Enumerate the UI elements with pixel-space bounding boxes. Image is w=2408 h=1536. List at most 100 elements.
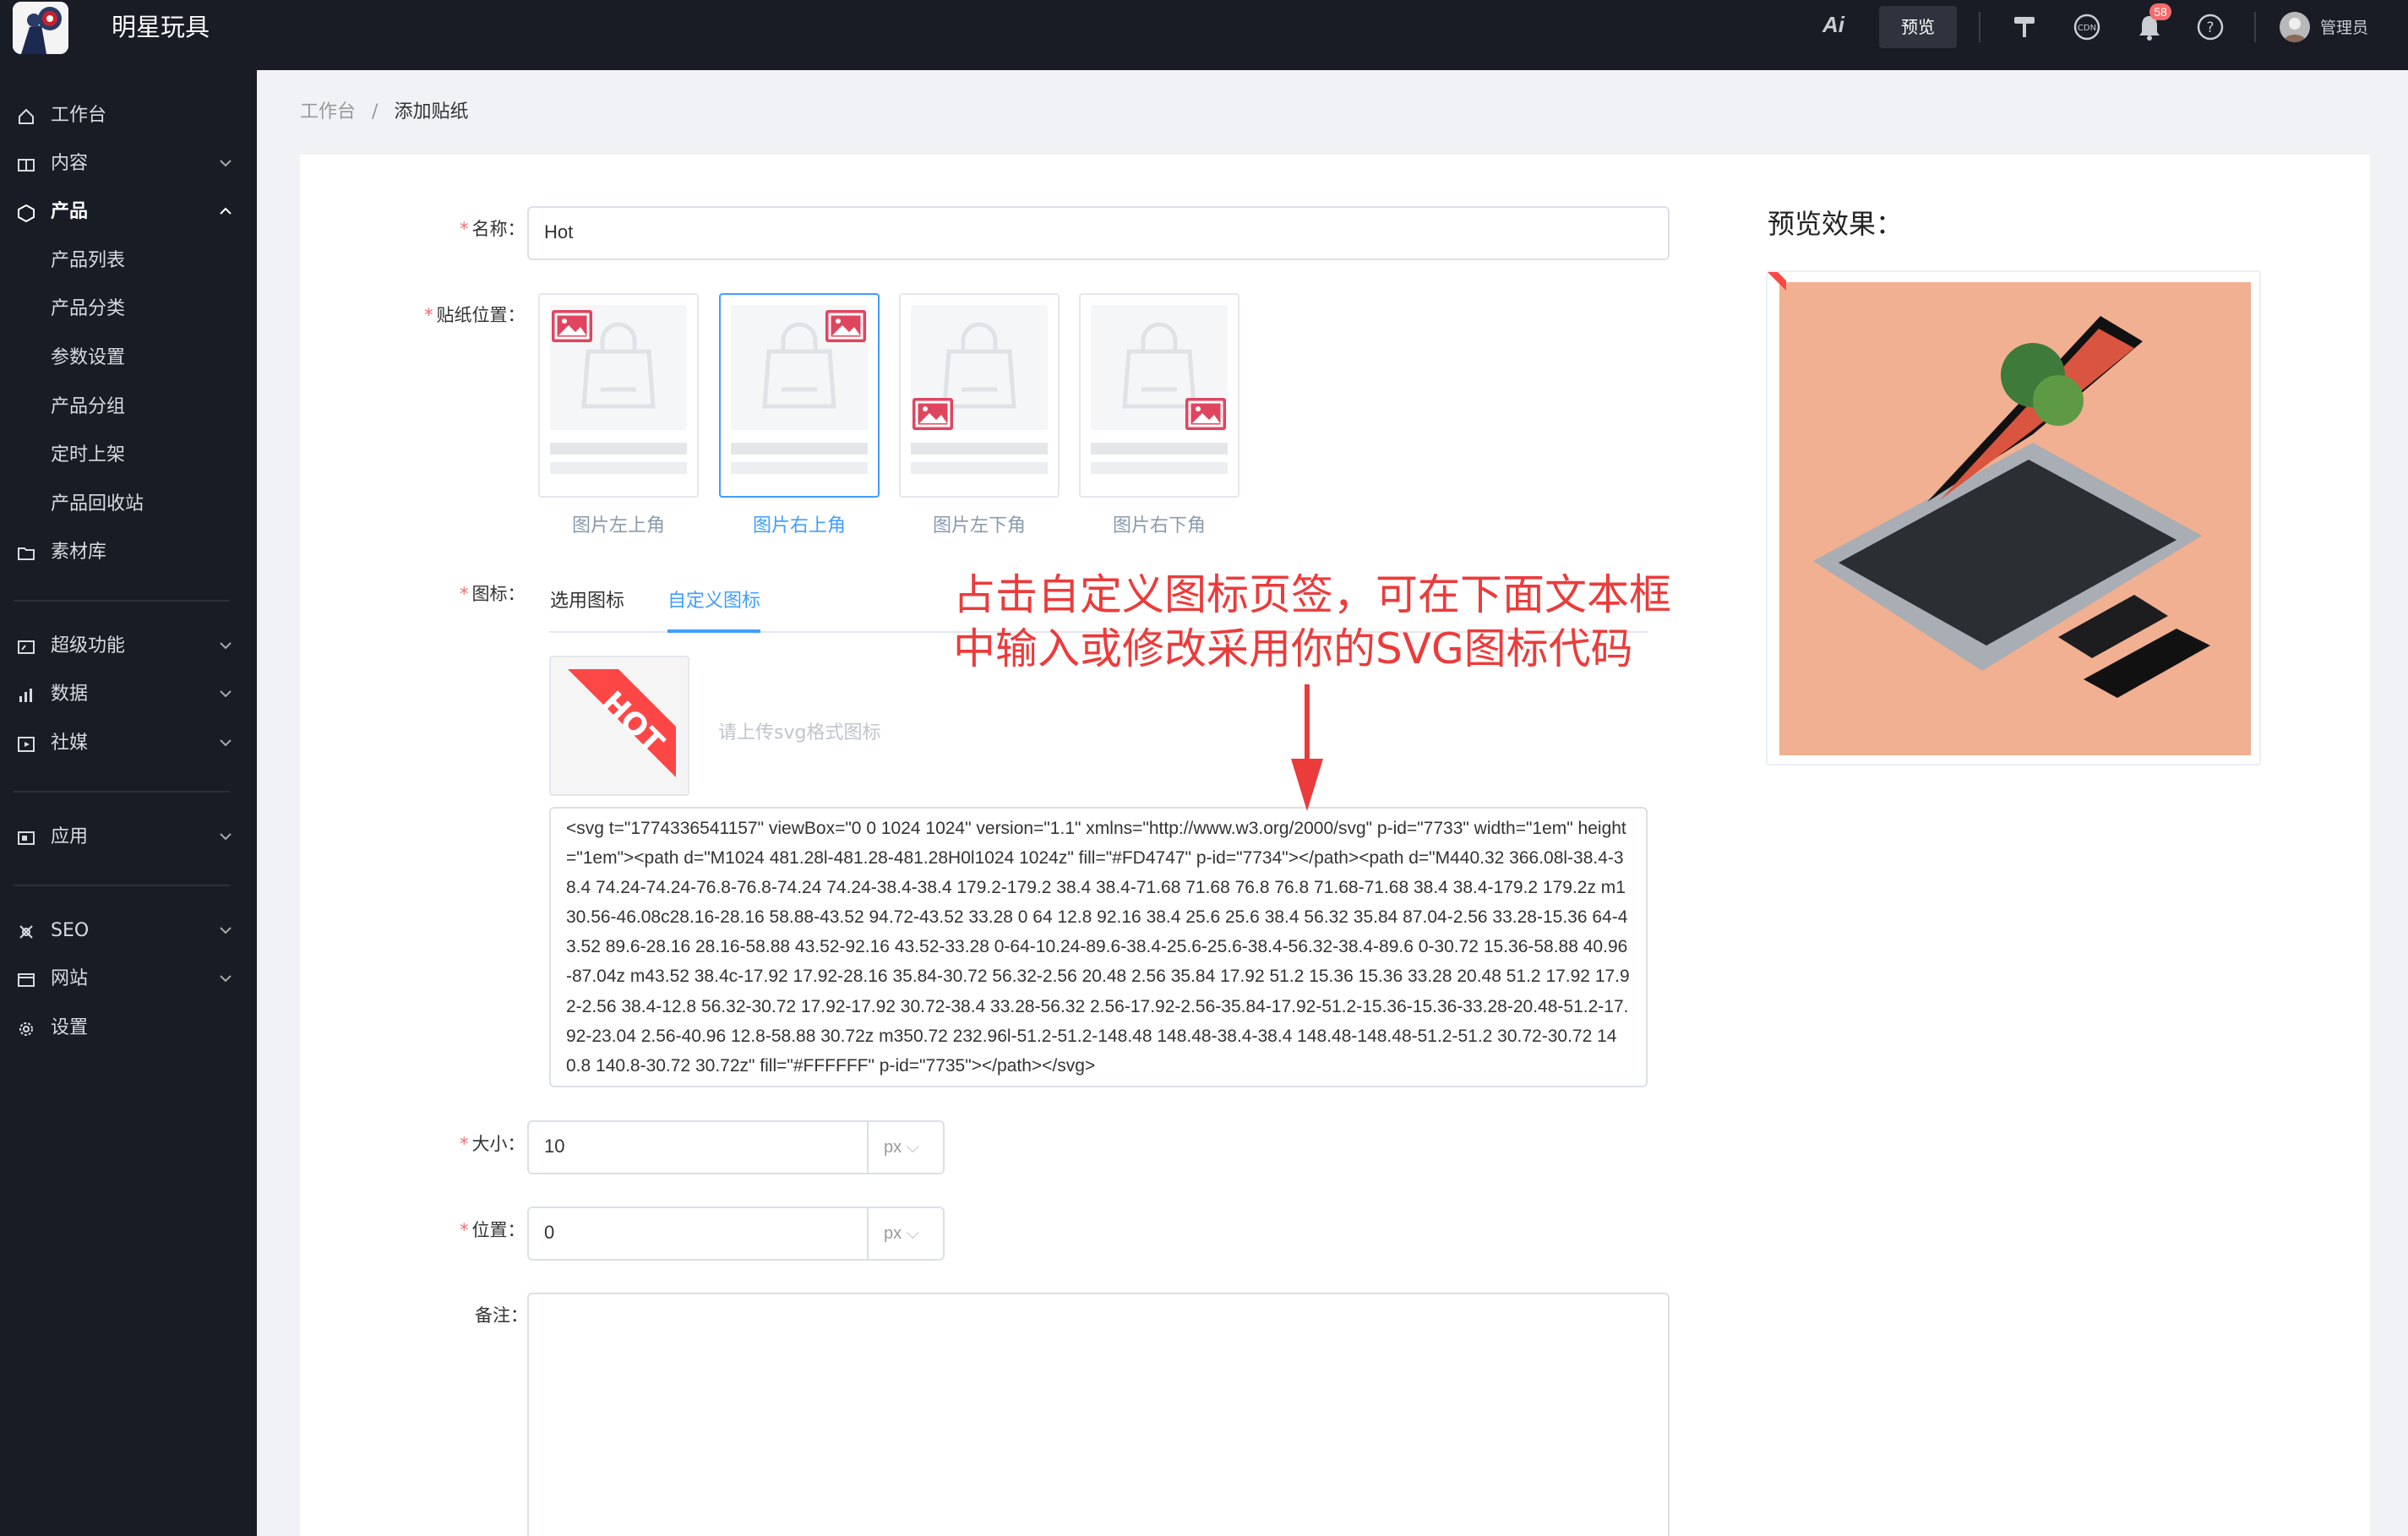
media-icon bbox=[18, 737, 35, 752]
hot-sticker-icon bbox=[1768, 272, 1786, 291]
placeholder-bar bbox=[911, 443, 1048, 455]
sidebar-item-label: 数据 bbox=[51, 684, 89, 705]
brand-name: 明星玩具 bbox=[112, 13, 210, 41]
brand-logo[interactable] bbox=[13, 2, 68, 54]
avatar[interactable] bbox=[2280, 12, 2310, 42]
position-option-top-left[interactable] bbox=[538, 293, 699, 498]
sidebar-item-website[interactable]: 网站 bbox=[0, 956, 257, 1003]
annotation-text: 占击自定义图标页签，可在下面文本框 中输入或修改采用你的SVG图标代码 bbox=[953, 568, 1671, 676]
position-option-bottom-left[interactable] bbox=[899, 293, 1060, 498]
notification-badge: 58 bbox=[2149, 3, 2171, 20]
cube-icon bbox=[18, 204, 35, 222]
sidebar-item-label: 产品列表 bbox=[51, 250, 126, 271]
breadcrumb-separator: / bbox=[372, 101, 379, 123]
breadcrumb: 工作台 / 添加贴纸 bbox=[300, 100, 468, 125]
preview-button[interactable]: 预览 bbox=[1879, 6, 1957, 48]
format-painter-icon[interactable] bbox=[2009, 12, 2040, 42]
sidebar-item-label: 产品分类 bbox=[51, 298, 126, 319]
sidebar-item-products[interactable]: 产品 bbox=[0, 188, 257, 236]
preview-title: 预览效果： bbox=[1768, 208, 1904, 240]
position-caption[interactable]: 图片右上角 bbox=[719, 510, 880, 537]
chevron-down-icon bbox=[220, 642, 232, 650]
position-caption[interactable]: 图片左上角 bbox=[538, 510, 699, 537]
sidebar-item-data[interactable]: 数据 bbox=[0, 671, 257, 718]
chevron-down-icon: ⌵ bbox=[906, 1224, 919, 1243]
image-icon bbox=[913, 398, 953, 430]
sidebar-item-settings[interactable]: 设置 bbox=[0, 1005, 257, 1052]
position-option-bottom-right[interactable] bbox=[1079, 293, 1239, 498]
sidebar-item-social[interactable]: 社媒 bbox=[0, 720, 257, 767]
sidebar-item-label: 应用 bbox=[51, 826, 89, 847]
name-input[interactable]: Hot bbox=[527, 206, 1670, 260]
sidebar-item-apps[interactable]: 应用 bbox=[0, 814, 257, 861]
position-caption[interactable]: 图片右下角 bbox=[1079, 510, 1239, 537]
sidebar-item-content[interactable]: 内容 bbox=[0, 140, 257, 188]
dashboard-icon bbox=[18, 640, 35, 654]
help-icon[interactable]: ? bbox=[2195, 12, 2225, 42]
seo-icon bbox=[19, 925, 33, 939]
home-icon bbox=[19, 108, 34, 124]
placeholder-bar bbox=[1091, 443, 1228, 455]
ai-button[interactable]: Ai bbox=[1817, 12, 1850, 38]
sidebar-item-parameters[interactable]: 参数设置 bbox=[0, 335, 257, 382]
offset-label: * 位置： bbox=[460, 1220, 526, 1240]
chevron-down-icon bbox=[220, 975, 232, 983]
user-name[interactable]: 管理员 bbox=[2320, 15, 2368, 38]
placeholder-bar bbox=[731, 443, 868, 455]
tab-select-icon[interactable]: 选用图标 bbox=[550, 585, 624, 618]
breadcrumb-root[interactable]: 工作台 bbox=[300, 101, 356, 123]
placeholder-bar bbox=[731, 462, 868, 474]
placeholder-bar bbox=[550, 462, 687, 474]
folder-icon bbox=[18, 547, 35, 560]
tab-active-indicator bbox=[667, 629, 760, 633]
sidebar-item-label: 工作台 bbox=[51, 105, 107, 126]
position-option-top-right[interactable] bbox=[719, 293, 880, 498]
image-icon bbox=[1185, 398, 1226, 430]
app-icon bbox=[18, 831, 35, 845]
sidebar: 工作台 内容 产品 产品列表 产品分类 参数设置 产品分组 定时上架 产品回收站… bbox=[0, 70, 257, 1536]
sidebar-item-label: 设置 bbox=[51, 1017, 89, 1038]
placeholder-bar bbox=[1091, 462, 1228, 474]
image-icon bbox=[552, 310, 592, 342]
offset-input[interactable]: 0 px ⌵ bbox=[527, 1206, 945, 1261]
chevron-down-icon bbox=[220, 690, 232, 698]
annotation-line: 中输入或修改采用你的SVG图标代码 bbox=[953, 624, 1633, 673]
icon-preview[interactable]: HOT bbox=[549, 656, 689, 796]
sidebar-item-label: 内容 bbox=[51, 153, 89, 174]
annotation-line: 占击自定义图标页签，可在下面文本框 bbox=[953, 570, 1671, 619]
sidebar-item-assets[interactable]: 素材库 bbox=[0, 529, 257, 576]
svg-code-textarea[interactable]: <svg t="1774336541157" viewBox="0 0 1024… bbox=[549, 807, 1648, 1087]
sidebar-item-seo[interactable]: SEO bbox=[0, 907, 257, 955]
offset-value: 0 bbox=[544, 1222, 555, 1243]
image-icon bbox=[825, 310, 866, 342]
remark-textarea[interactable] bbox=[527, 1293, 1670, 1536]
name-label: * 名称： bbox=[460, 219, 526, 239]
size-unit-select[interactable]: px ⌵ bbox=[867, 1122, 943, 1173]
chevron-down-icon bbox=[220, 739, 232, 747]
cdn-icon[interactable]: CDN bbox=[2072, 12, 2102, 42]
chevron-down-icon: ⌵ bbox=[906, 1138, 919, 1157]
placeholder-bar bbox=[911, 462, 1048, 474]
size-input[interactable]: 10 px ⌵ bbox=[527, 1120, 945, 1174]
sidebar-item-super-features[interactable]: 超级功能 bbox=[0, 623, 257, 670]
breadcrumb-current: 添加贴纸 bbox=[394, 101, 469, 123]
sidebar-item-recycle-bin[interactable]: 产品回收站 bbox=[0, 481, 257, 528]
sidebar-divider bbox=[14, 791, 230, 793]
sidebar-item-product-list[interactable]: 产品列表 bbox=[0, 237, 257, 285]
position-caption[interactable]: 图片左下角 bbox=[899, 510, 1060, 537]
sidebar-item-label: SEO bbox=[51, 920, 90, 941]
sidebar-item-label: 产品分组 bbox=[51, 396, 126, 417]
sidebar-item-label: 产品回收站 bbox=[51, 493, 144, 515]
sidebar-item-scheduled[interactable]: 定时上架 bbox=[0, 432, 257, 479]
preview-box bbox=[1766, 270, 2261, 765]
sidebar-item-label: 定时上架 bbox=[51, 444, 126, 466]
book-icon bbox=[18, 159, 35, 172]
sidebar-item-product-category[interactable]: 产品分类 bbox=[0, 286, 257, 333]
upload-hint: 请上传svg格式图标 bbox=[718, 722, 881, 743]
sidebar-item-dashboard[interactable]: 工作台 bbox=[0, 92, 257, 139]
icon-label: * 图标： bbox=[460, 584, 526, 604]
tab-custom-icon[interactable]: 自定义图标 bbox=[667, 585, 760, 618]
offset-unit-select[interactable]: px ⌵ bbox=[867, 1208, 943, 1259]
sidebar-item-label: 超级功能 bbox=[51, 635, 126, 656]
sidebar-item-product-group[interactable]: 产品分组 bbox=[0, 384, 257, 431]
